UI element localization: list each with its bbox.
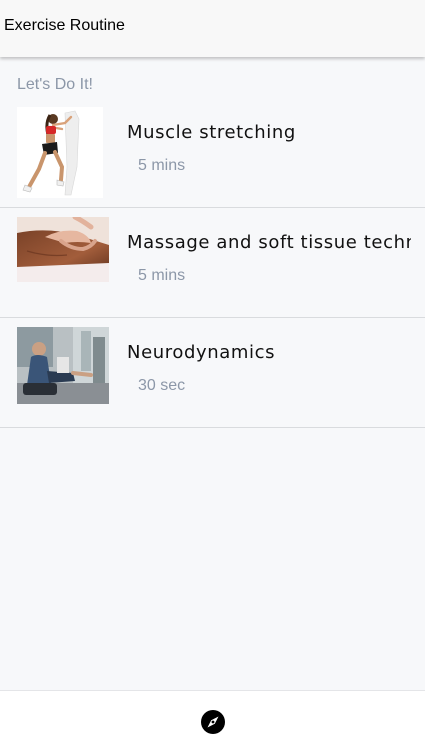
seated-nerve-exercise-thumbnail [17, 327, 109, 404]
exercise-item-neurodynamics[interactable]: Neurodynamics 30 sec [0, 318, 425, 428]
exercise-title: Muscle stretching [127, 122, 296, 143]
exercise-title: Massage and soft tissue techniq [127, 232, 411, 253]
exercise-title: Neurodynamics [127, 342, 276, 363]
explore-tab-button[interactable] [200, 709, 226, 735]
exercise-item-muscle-stretching[interactable]: Muscle stretching 5 mins [0, 98, 425, 208]
stretching-woman-thumbnail [17, 107, 103, 198]
exercise-duration: 5 mins [138, 157, 186, 174]
app-header: Exercise Routine [0, 0, 425, 57]
app-root: Exercise Routine Let's Do It! Muscle str… [0, 0, 425, 750]
back-massage-thumbnail [17, 217, 109, 282]
exercise-item-massage[interactable]: Massage and soft tissue techniq 5 mins [0, 208, 425, 318]
page-title: Exercise Routine [4, 17, 125, 34]
compass-icon [201, 710, 225, 734]
exercise-duration: 5 mins [138, 267, 186, 284]
exercise-duration: 30 sec [138, 377, 186, 394]
section-label: Let's Do It! [17, 76, 93, 93]
bottom-tab-bar [0, 690, 425, 750]
